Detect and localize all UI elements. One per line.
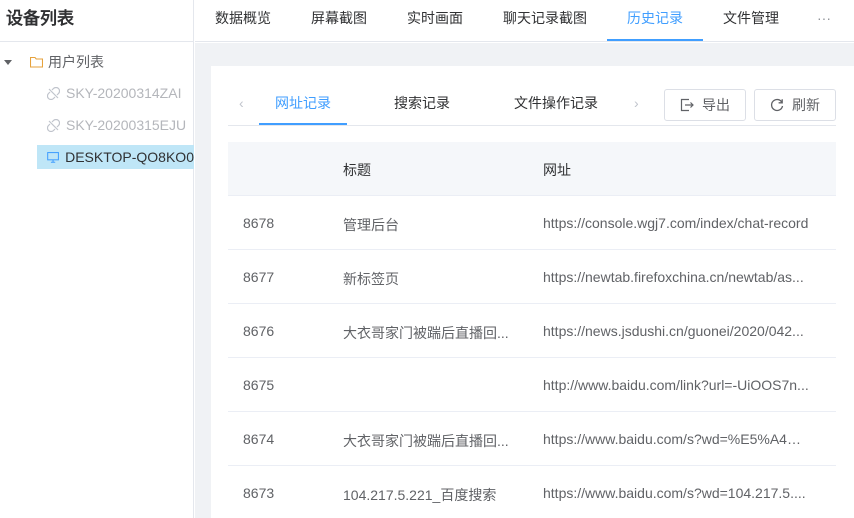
device-label: SKY-20200314ZAI — [66, 85, 182, 101]
cell-url: https://newtab.firefoxchina.cn/newtab/as… — [543, 269, 804, 285]
device-label: DESKTOP-QO8KO0 — [65, 149, 194, 165]
cell-id: 8675 — [243, 377, 275, 393]
device-sidebar: 设备列表 用户列表 SKY-20200314ZAI SKY-20200315EJ… — [0, 0, 194, 518]
cell-id: 8676 — [243, 323, 275, 339]
folder-icon — [30, 56, 43, 68]
refresh-label: 刷新 — [792, 97, 820, 113]
table-row[interactable]: 8678 管理后台 https://console.wgj7.com/index… — [228, 196, 836, 250]
table-row[interactable]: 8677 新标签页 https://newtab.firefoxchina.cn… — [228, 250, 836, 304]
cell-id: 8673 — [243, 485, 275, 501]
device-item-sky-20200315eju[interactable]: SKY-20200315EJU — [37, 113, 186, 137]
tab-screenshots[interactable]: 屏幕截图 — [311, 0, 367, 42]
column-header-title: 标题 — [343, 162, 371, 178]
cell-url: http://www.baidu.com/link?url=-UiOOS7n..… — [543, 377, 809, 393]
table-row[interactable]: 8675 http://www.baidu.com/link?url=-UiOO… — [228, 358, 836, 412]
cell-title: 104.217.5.221_百度搜索 — [343, 487, 497, 503]
device-item-sky-20200314zai[interactable]: SKY-20200314ZAI — [37, 81, 181, 105]
export-icon — [680, 98, 694, 112]
sidebar-divider — [0, 41, 194, 42]
cell-title: 新标签页 — [343, 271, 399, 287]
cell-id: 8674 — [243, 431, 275, 447]
tab-chat-screenshots[interactable]: 聊天记录截图 — [503, 0, 587, 42]
cell-id: 8678 — [243, 215, 275, 231]
tab-live-screen[interactable]: 实时画面 — [407, 0, 463, 42]
cell-url: https://console.wgj7.com/index/chat-reco… — [543, 215, 809, 231]
active-tab-indicator — [607, 39, 703, 41]
tab-history[interactable]: 历史记录 — [627, 0, 683, 42]
cell-url: https://www.baidu.com/s?wd=104.217.5.... — [543, 485, 806, 501]
table-row[interactable]: 8673 104.217.5.221_百度搜索 https://www.baid… — [228, 466, 836, 518]
link-broken-icon — [47, 86, 60, 100]
cell-id: 8677 — [243, 269, 275, 285]
monitor-icon — [47, 151, 59, 163]
tab-data-overview[interactable]: 数据概览 — [215, 0, 271, 42]
refresh-icon — [770, 98, 784, 112]
subtab-url-records[interactable]: 网址记录 — [275, 93, 331, 113]
refresh-button[interactable]: 刷新 — [754, 89, 836, 121]
export-label: 导出 — [702, 97, 730, 113]
caret-down-icon[interactable] — [4, 59, 12, 65]
cell-title: 管理后台 — [343, 217, 399, 233]
table-row[interactable]: 8676 大衣哥家门被踹后直播回... https://news.jsdushi… — [228, 304, 836, 358]
subtab-search-records[interactable]: 搜索记录 — [394, 93, 450, 113]
table-row[interactable]: 8674 大衣哥家门被踹后直播回... https://www.baidu.co… — [228, 412, 836, 466]
cell-url: https://www.baidu.com/s?wd=%E5%A4%... — [543, 431, 811, 447]
active-subtab-indicator — [259, 123, 347, 125]
cell-title: 大衣哥家门被踹后直播回... — [343, 433, 509, 449]
link-broken-icon — [47, 118, 60, 132]
table-header: 标题 网址 — [228, 142, 836, 196]
sidebar-title: 设备列表 — [6, 9, 74, 28]
top-nav-bar: 数据概览 屏幕截图 实时画面 聊天记录截图 历史记录 文件管理 ··· — [195, 0, 854, 42]
more-icon[interactable]: ··· — [817, 0, 831, 42]
export-button[interactable]: 导出 — [664, 89, 746, 121]
tree-root-label: 用户列表 — [48, 54, 104, 70]
cell-url: https://news.jsdushi.cn/guonei/2020/042.… — [543, 323, 804, 339]
device-item-desktop-qo8ko0[interactable]: DESKTOP-QO8KO0 — [37, 145, 194, 169]
subtab-file-operation-records[interactable]: 文件操作记录 — [514, 93, 598, 113]
chevron-left-icon[interactable]: ‹ — [239, 95, 244, 111]
tree-root-user-list[interactable]: 用户列表 — [0, 50, 194, 74]
column-header-url: 网址 — [543, 162, 571, 178]
device-label: SKY-20200315EJU — [66, 117, 187, 133]
tab-file-management[interactable]: 文件管理 — [723, 0, 779, 42]
chevron-right-icon[interactable]: › — [634, 95, 639, 111]
cell-title: 大衣哥家门被踹后直播回... — [343, 325, 509, 341]
